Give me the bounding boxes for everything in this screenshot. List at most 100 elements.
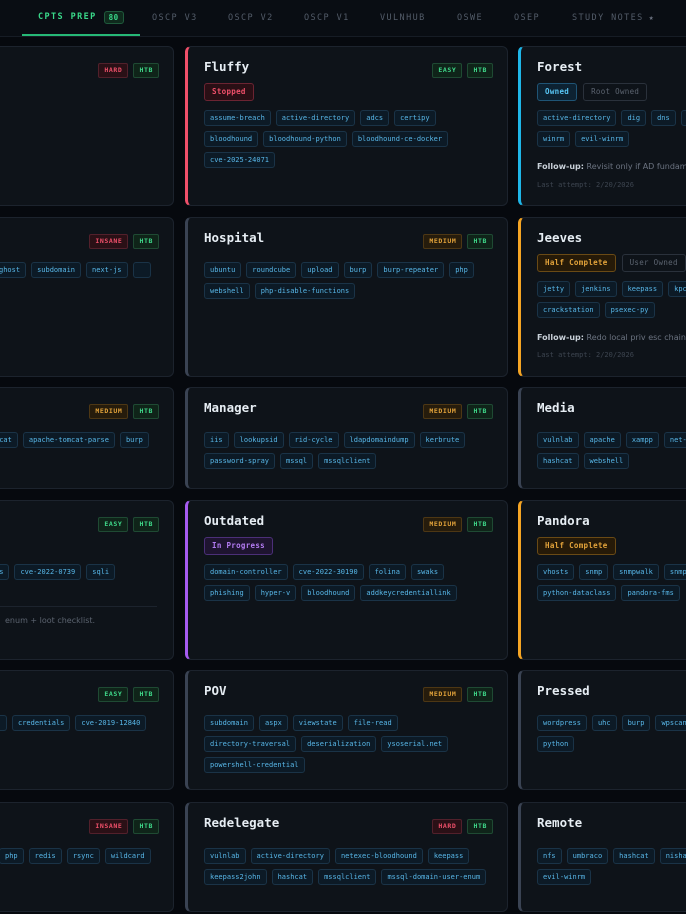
tag[interactable]: credentials [12,715,71,731]
tag[interactable]: php-disable-functions [254,283,356,299]
tag[interactable]: viewstate [292,715,343,731]
tab-osep[interactable]: OSEP [514,0,540,35]
tag[interactable]: keepass [621,281,664,297]
tag[interactable]: ysoserial.net [381,736,449,752]
tag[interactable]: vulnlab [204,848,246,864]
tag[interactable]: cve-2022-30190 [292,564,364,580]
tag[interactable]: aspx [258,715,288,731]
box-card[interactable]: HARD HTB [0,46,174,206]
tag[interactable]: bloodhound [301,585,356,601]
tag[interactable]: mssql-domain-user-enum [381,869,487,885]
tag[interactable]: roundcube [246,262,297,278]
box-card[interactable]: INSANE HTB ghost subdomain next-js [0,217,174,377]
tag[interactable]: ghost [0,262,27,278]
tag[interactable] [132,262,151,278]
tab-cpts-prep[interactable]: CPTS PREP 80 [22,0,140,36]
tag[interactable]: psexec-py [604,302,655,318]
box-card-outdated[interactable]: Outdated MEDIUM HTB In Progress domain-c… [185,500,508,660]
tag[interactable]: iis [204,432,229,448]
status-badge[interactable]: Owned [537,83,578,101]
status-badge[interactable]: Stopped [204,83,254,101]
tag[interactable]: kpcl [668,281,686,297]
tag[interactable]: uhc [591,715,617,731]
tag[interactable]: pandora-fms [621,585,680,601]
tag[interactable]: netexec-bloodhound [334,848,423,864]
tag[interactable] [0,715,7,731]
tag[interactable]: assume-breach [204,110,271,126]
tag[interactable]: burp [621,715,651,731]
tag[interactable]: burp-repeater [377,262,445,278]
tag[interactable]: addkeycredentiallink [360,585,457,601]
box-card-pandora[interactable]: Pandora Half Complete vhosts snmp snmpwa… [518,500,686,660]
tab-oscp-v2[interactable]: OSCP V2 [228,0,274,35]
tag[interactable]: password-spray [204,453,276,469]
tag[interactable]: python-dataclass [537,585,617,601]
tag[interactable]: snmpb [663,564,686,580]
box-card-fluffy[interactable]: Fluffy EASY HTB Stopped assume-breach ac… [185,46,508,206]
tag[interactable]: folina [368,564,406,580]
tag[interactable]: php [449,262,474,278]
box-card-manager[interactable]: Manager MEDIUM HTB iis lookupsid rid-cyc… [185,387,508,489]
box-card-jeeves[interactable]: Jeeves Half Complete User Owned jetty je… [518,217,686,377]
tag[interactable]: ubuntu [204,262,242,278]
tag[interactable]: subdomain [204,715,254,731]
tag[interactable]: vulnlab [537,432,579,448]
status-badge[interactable]: Root Owned [583,83,648,101]
box-card-pov[interactable]: POV MEDIUM HTB subdomain aspx viewstate … [185,670,508,790]
tag[interactable]: directory-traversal [204,736,297,752]
tag[interactable]: winrm [537,131,571,147]
tab-oscp-v3[interactable]: OSCP V3 [152,0,198,35]
tag[interactable]: hashcat [613,848,655,864]
tag[interactable]: bloodhound [204,131,259,147]
tag[interactable]: crackstation [537,302,600,318]
status-badge[interactable]: Half Complete [537,537,616,555]
tag[interactable]: cve-2025-24071 [204,152,276,168]
box-card[interactable]: MEDIUM HTB mcat apache-tomcat-parse burp [0,387,174,489]
tag[interactable]: net- [663,432,686,448]
tag[interactable]: apache [583,432,621,448]
tag[interactable]: cve-2019-12840 [75,715,147,731]
tag[interactable]: dig [621,110,647,126]
tag[interactable]: wordpress [537,715,587,731]
tag[interactable]: nishan [659,848,686,864]
tag[interactable]: redis [28,848,62,864]
tag[interactable]: swaks [410,564,445,580]
box-card-media[interactable]: Media vulnlab apache xampp net- hashcat … [518,387,686,489]
tag[interactable]: keepass [427,848,470,864]
tag[interactable]: deserialization [301,736,377,752]
tab-vulnhub[interactable]: VULNHUB [380,0,426,35]
tag[interactable]: ss [0,564,10,580]
tag[interactable]: lookupsid [233,432,284,448]
tab-study-notes[interactable]: STUDY NOTES ★ [572,0,655,35]
tag[interactable]: nfs [537,848,562,864]
tag[interactable]: vhosts [537,564,575,580]
tag[interactable]: mssqlclient [318,453,377,469]
tab-oswe[interactable]: OSWE [457,0,483,35]
tag[interactable]: ldapdomaindump [343,432,415,448]
tag[interactable]: php [0,848,24,864]
tab-oscp-v1[interactable]: OSCP V1 [304,0,350,35]
tag[interactable]: r [680,110,686,126]
tag[interactable]: hashcat [537,453,579,469]
tag[interactable]: dns [651,110,676,126]
tag[interactable]: subdomain [31,262,82,278]
tag[interactable]: python [537,736,575,752]
tag[interactable]: keepass2john [204,869,267,885]
tag[interactable]: domain-controller [204,564,288,580]
box-card[interactable]: EASY HTB ss cve-2022-0739 sqli enum + lo… [0,500,174,660]
tag[interactable]: bloodhound-ce-docker [351,131,449,147]
tag[interactable]: bloodhound-python [263,131,347,147]
box-card-hospital[interactable]: Hospital MEDIUM HTB ubuntu roundcube upl… [185,217,508,377]
tag[interactable]: webshell [204,283,250,299]
tag[interactable]: mssqlclient [318,869,377,885]
box-card-redelegate[interactable]: Redelegate HARD HTB vulnlab active-direc… [185,802,508,912]
status-badge[interactable]: Half Complete [537,254,616,272]
tag[interactable]: rid-cycle [288,432,339,448]
tag[interactable]: rsync [66,848,100,864]
status-badge[interactable]: In Progress [204,537,273,555]
tag[interactable]: mssql [280,453,314,469]
tag[interactable]: active-directory [537,110,617,126]
tag[interactable]: apache-tomcat-parse [22,432,115,448]
tag[interactable]: hashcat [271,869,314,885]
tag[interactable]: next-js [86,262,128,278]
